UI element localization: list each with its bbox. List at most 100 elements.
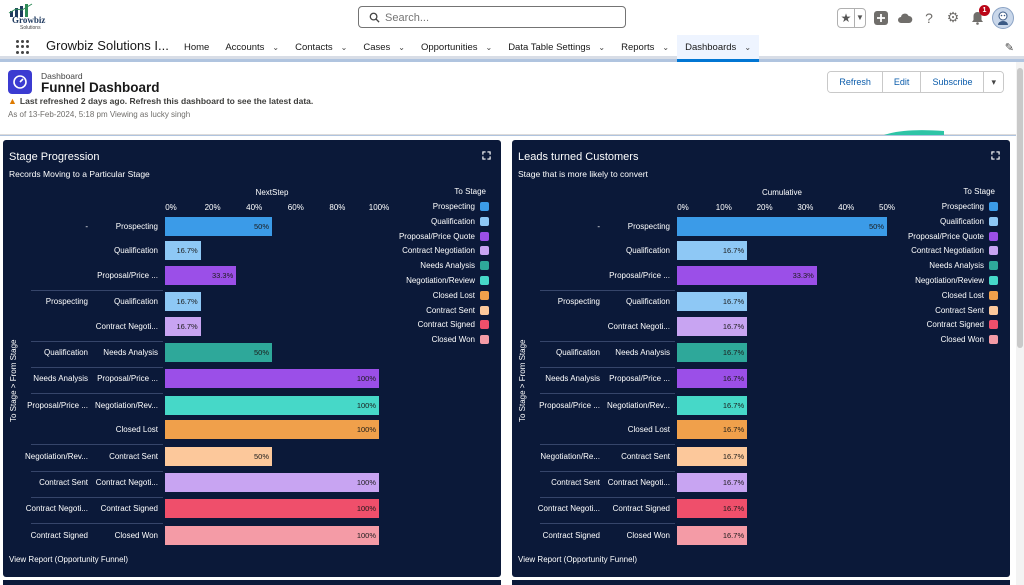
- from-stage-label: Needs Analysis: [33, 374, 88, 384]
- nav-tab-data-table-settings[interactable]: Data Table Settings ⌄: [500, 35, 613, 59]
- chart-bar[interactable]: 16.7%: [677, 343, 748, 362]
- chevron-down-icon[interactable]: ⌄: [744, 43, 751, 52]
- star-icon[interactable]: ★: [838, 9, 854, 27]
- to-stage-label: Needs Analysis: [615, 348, 670, 357]
- chart-bar[interactable]: 16.7%: [677, 525, 748, 545]
- chart-bar[interactable]: 16.7%: [677, 241, 748, 261]
- nav-tab-cases[interactable]: Cases ⌄: [355, 35, 413, 59]
- chevron-down-icon[interactable]: ⌄: [398, 43, 405, 52]
- legend-item[interactable]: Qualification: [940, 216, 998, 226]
- app-navigation: Growbiz Solutions I... Home Accounts ⌄ Cont…: [0, 35, 1024, 62]
- app-launcher-icon[interactable]: [16, 40, 30, 54]
- chart-bar[interactable]: 16.7%: [677, 499, 748, 519]
- chart-bar[interactable]: 16.7%: [677, 395, 748, 415]
- legend-item[interactable]: Negotiation/Review: [406, 276, 489, 285]
- legend-swatch: [480, 320, 489, 330]
- expand-icon[interactable]: [991, 151, 1000, 160]
- chart-bar[interactable]: 33.3%: [677, 265, 817, 285]
- chart-bar[interactable]: 100%: [165, 525, 379, 545]
- search-input[interactable]: [385, 10, 615, 25]
- legend-swatch: [480, 335, 489, 345]
- chart-bar[interactable]: 16.7%: [677, 316, 748, 336]
- more-actions-button[interactable]: ▾: [984, 72, 1003, 92]
- edit-nav-icon[interactable]: ✎: [1005, 41, 1014, 54]
- chart-bar[interactable]: 50%: [677, 217, 887, 236]
- legend-item[interactable]: Prospecting: [433, 202, 489, 211]
- to-stage-label: Prospecting: [627, 222, 670, 231]
- subscribe-button[interactable]: Subscribe: [921, 72, 985, 92]
- nav-tab-dashboards[interactable]: Dashboards ⌄: [677, 35, 760, 62]
- widget-title: Stage Progression: [9, 151, 100, 163]
- nav-tab-contacts[interactable]: Contacts ⌄: [287, 35, 355, 59]
- chevron-down-icon[interactable]: ⌄: [272, 43, 279, 52]
- x-tick-label: 0%: [677, 203, 689, 212]
- view-report-link[interactable]: View Report (Opportunity Funnel): [518, 555, 637, 564]
- add-icon[interactable]: [872, 9, 890, 27]
- gear-icon[interactable]: ⚙: [944, 9, 962, 27]
- chevron-down-icon[interactable]: ⌄: [341, 43, 348, 52]
- legend-item[interactable]: Contract Negotiation: [402, 246, 489, 256]
- legend-item[interactable]: Contract Signed: [418, 320, 489, 330]
- legend-item[interactable]: Needs Analysis: [929, 261, 998, 271]
- chart-bar[interactable]: 100%: [165, 369, 379, 389]
- chevron-down-icon[interactable]: ⌄: [662, 43, 669, 52]
- legend-item[interactable]: Contract Signed: [927, 320, 998, 330]
- chevron-down-icon[interactable]: ⌄: [485, 43, 492, 52]
- legend-item[interactable]: Needs Analysis: [420, 261, 489, 271]
- global-search[interactable]: [358, 6, 626, 28]
- chart-bar[interactable]: 16.7%: [165, 292, 201, 312]
- chart-bar[interactable]: 16.7%: [677, 473, 748, 492]
- legend-item[interactable]: Contract Sent: [426, 305, 489, 315]
- bell-icon[interactable]: 1: [968, 4, 990, 27]
- legend-item[interactable]: Closed Lost: [942, 290, 998, 300]
- legend-item[interactable]: Proposal/Price Quote: [399, 231, 489, 241]
- legend-item[interactable]: Qualification: [431, 216, 489, 226]
- refresh-button[interactable]: Refresh: [828, 72, 883, 92]
- from-stage-label: Contract Signed: [30, 530, 88, 540]
- chevron-down-icon[interactable]: ▼: [854, 8, 865, 27]
- legend-item[interactable]: Prospecting: [942, 202, 998, 211]
- chart-bar[interactable]: 33.3%: [165, 265, 237, 285]
- legend-item[interactable]: Proposal/Price Quote: [908, 231, 998, 241]
- legend-item[interactable]: Closed Won: [432, 335, 489, 345]
- legend-swatch: [989, 246, 998, 256]
- nav-tab-opportunities[interactable]: Opportunities ⌄: [413, 35, 500, 59]
- nav-tab-accounts[interactable]: Accounts ⌄: [217, 35, 287, 59]
- chart-bar[interactable]: 100%: [165, 499, 379, 519]
- to-stage-label: Qualification: [113, 297, 158, 307]
- cloud-icon[interactable]: [896, 9, 914, 27]
- nav-tab-label: Home: [184, 41, 210, 53]
- chart-bar[interactable]: 100%: [165, 395, 379, 415]
- chart-bar[interactable]: 16.7%: [677, 292, 748, 312]
- chart-bar[interactable]: 50%: [165, 217, 272, 236]
- legend-item[interactable]: Negotiation/Review: [915, 276, 998, 285]
- expand-icon[interactable]: [482, 151, 491, 160]
- chart-bar[interactable]: 100%: [165, 420, 379, 440]
- chart-bar[interactable]: 16.7%: [165, 241, 201, 261]
- legend-swatch: [989, 305, 998, 315]
- nav-tab-home[interactable]: Home: [176, 35, 217, 59]
- nav-tab-reports[interactable]: Reports ⌄: [613, 35, 677, 59]
- from-stage-label: Negotiation/Re...: [540, 451, 600, 461]
- chart-bar[interactable]: 16.7%: [677, 369, 748, 389]
- view-report-link[interactable]: View Report (Opportunity Funnel): [9, 555, 128, 564]
- legend-item[interactable]: Contract Negotiation: [911, 246, 998, 256]
- chart-bar[interactable]: 100%: [165, 473, 379, 492]
- chart-bar[interactable]: 50%: [165, 446, 272, 466]
- chart-bar[interactable]: 16.7%: [677, 446, 748, 466]
- to-stage-label: Contract Negoti...: [607, 478, 670, 487]
- edit-button[interactable]: Edit: [882, 72, 922, 92]
- x-tick-label: 80%: [329, 203, 346, 212]
- chart-bar[interactable]: 50%: [165, 343, 272, 362]
- legend-item[interactable]: Closed Lost: [433, 290, 489, 300]
- help-icon[interactable]: ?: [920, 9, 938, 27]
- to-stage-label: Contract Negoti...: [607, 321, 670, 331]
- page-scrollbar[interactable]: [1016, 62, 1024, 585]
- x-tick-label: 0%: [165, 203, 177, 212]
- legend-item[interactable]: Closed Won: [941, 335, 998, 345]
- chevron-down-icon[interactable]: ⌄: [598, 43, 605, 52]
- chart-bar[interactable]: 16.7%: [677, 420, 748, 440]
- legend-item[interactable]: Contract Sent: [935, 305, 998, 315]
- chart-bar[interactable]: 16.7%: [165, 316, 201, 336]
- user-avatar-icon[interactable]: [992, 6, 1014, 29]
